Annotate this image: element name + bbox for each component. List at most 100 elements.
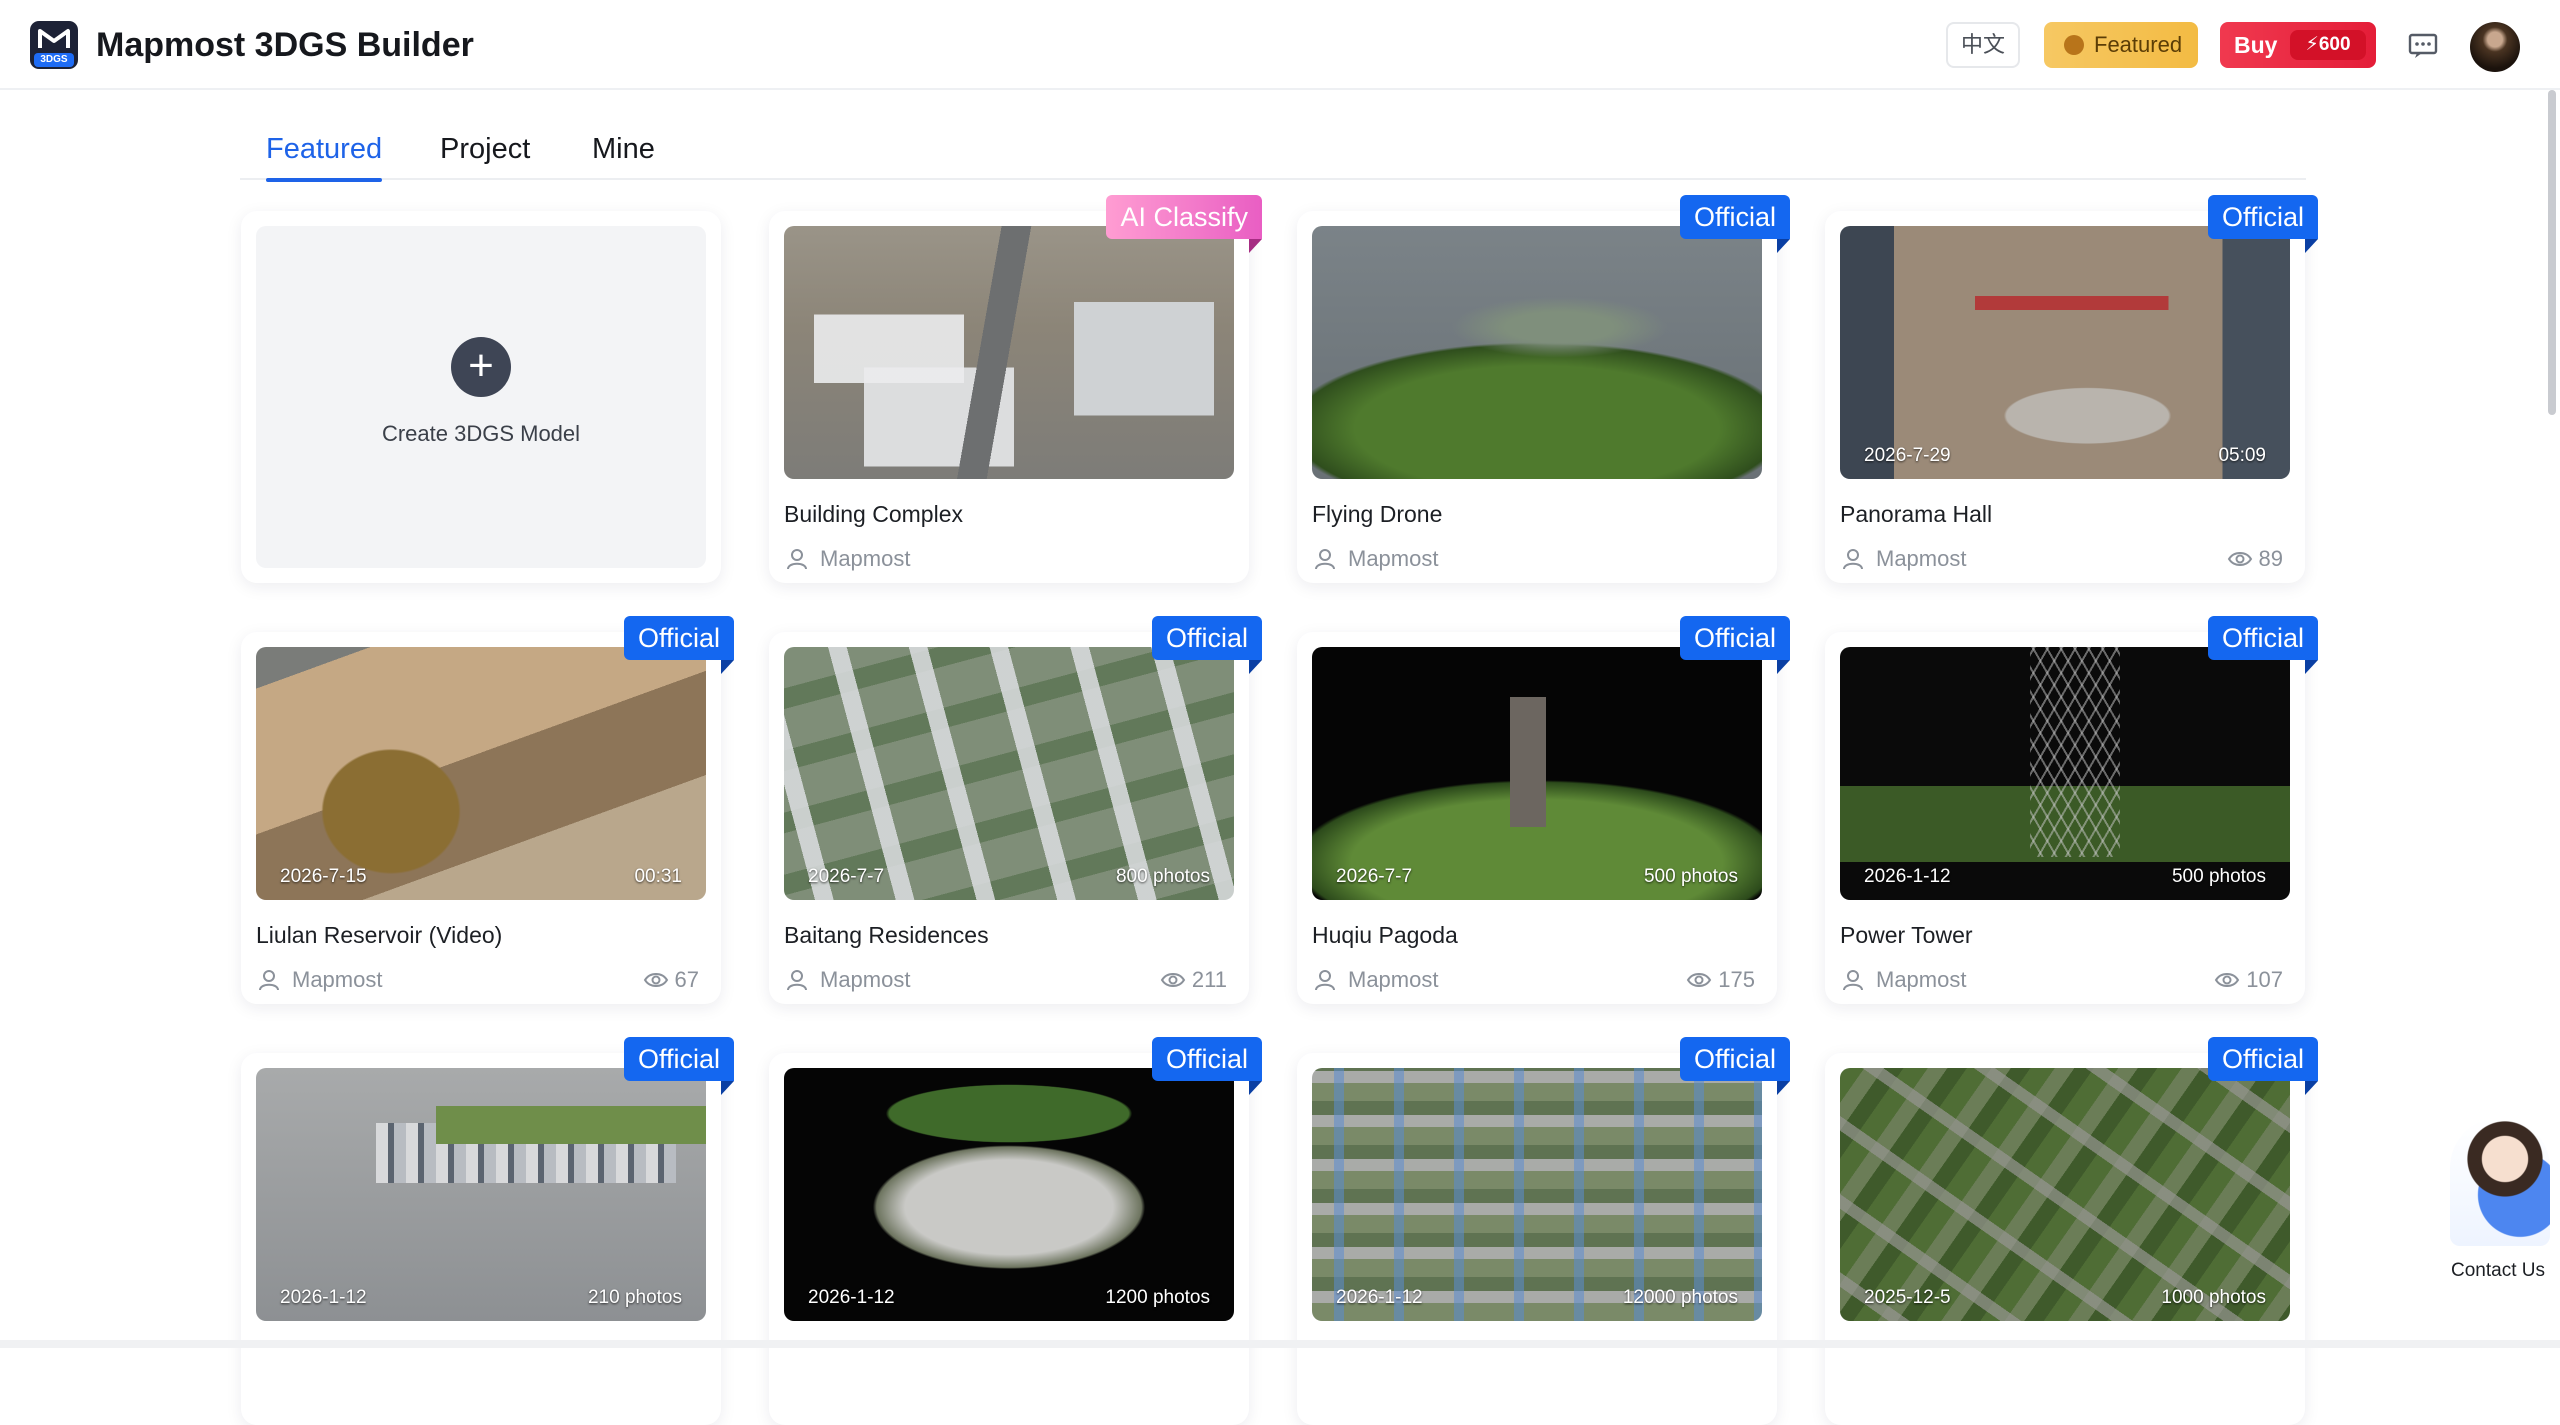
user-icon: [259, 970, 279, 991]
model-thumbnail[interactable]: 2026-1-12 210 photos: [256, 1068, 706, 1321]
model-thumbnail[interactable]: [784, 226, 1234, 479]
model-author: Mapmost: [1312, 545, 1438, 573]
eye-icon: [2215, 973, 2240, 987]
app-logo[interactable]: 3DGS: [30, 21, 78, 69]
create-model-card[interactable]: + Create 3DGS Model: [241, 211, 721, 583]
model-card[interactable]: 2026-1-12 210 photos Official: [241, 1037, 735, 1425]
model-thumbnail[interactable]: 2026-7-7 800 photos: [784, 647, 1234, 900]
user-avatar[interactable]: [2470, 22, 2520, 72]
model-thumbnail[interactable]: 2025-12-5 1000 photos: [1840, 1068, 2290, 1321]
official-badge: Official: [1151, 616, 1263, 674]
model-date: 2026-1-12: [280, 1287, 367, 1308]
model-photo-count: 500 photos: [2171, 866, 2266, 887]
model-card[interactable]: 2026-1-12 1200 photos Official: [769, 1037, 1263, 1425]
user-icon: [1315, 549, 1335, 570]
model-card[interactable]: 2026-1-12 500 photos Official Power Towe…: [1825, 616, 2319, 1004]
featured-button[interactable]: Featured: [2044, 22, 2198, 68]
model-views: 89: [2227, 545, 2283, 573]
model-card[interactable]: 2025-12-5 1000 photos Official: [1825, 1037, 2319, 1425]
official-badge: Official: [2207, 195, 2319, 253]
model-thumbnail[interactable]: 2026-1-12 12000 photos: [1312, 1068, 1762, 1321]
contact-us-widget[interactable]: Contact Us: [2440, 1118, 2556, 1290]
bottom-edge: [0, 1340, 2560, 1348]
official-badge: Official: [1679, 616, 1791, 674]
official-badge: Official: [623, 1037, 735, 1095]
model-author: Mapmost: [256, 966, 382, 994]
model-card[interactable]: 2026-7-7 800 photos Official Baitang Res…: [769, 616, 1263, 1004]
create-model-area[interactable]: + Create 3DGS Model: [256, 226, 706, 568]
buy-button[interactable]: Buy ⚡600: [2220, 22, 2376, 68]
model-photo-count: 500 photos: [1643, 866, 1738, 887]
model-photo-count: 12000 photos: [1622, 1287, 1738, 1308]
model-author: Mapmost: [784, 545, 910, 573]
featured-badge-icon: [2064, 35, 2084, 55]
model-views: 107: [2214, 966, 2283, 994]
top-bar: 3DGS Mapmost 3DGS Builder 中文 Featured Bu…: [0, 0, 2560, 90]
official-badge: Official: [1151, 1037, 1263, 1095]
eye-icon: [1160, 973, 1186, 987]
points-badge: ⚡600: [2290, 30, 2366, 60]
user-icon: [787, 549, 807, 570]
author-name: Mapmost: [1348, 546, 1439, 571]
model-photo-count: 800 photos: [1115, 866, 1210, 887]
model-title: Huqiu Pagoda: [1312, 922, 1458, 948]
official-badge: Official: [623, 616, 735, 674]
model-card[interactable]: 2026-7-7 500 photos Official Huqiu Pagod…: [1297, 616, 1791, 1004]
page-scrollbar[interactable]: [2548, 90, 2556, 415]
author-name: Mapmost: [820, 546, 911, 571]
model-card[interactable]: AI Classify Building Complex Mapmost: [769, 195, 1262, 583]
author-name: Mapmost: [820, 967, 911, 992]
model-thumbnail[interactable]: 2026-1-12 1200 photos: [784, 1068, 1234, 1321]
model-thumbnail[interactable]: 2026-7-15 00:31: [256, 647, 706, 900]
official-badge: Official: [2207, 616, 2319, 674]
model-duration: 05:09: [2218, 445, 2266, 466]
create-model-label: Create 3DGS Model: [381, 421, 581, 446]
model-thumbnail[interactable]: 2026-7-7 500 photos: [1312, 647, 1762, 900]
model-card[interactable]: 2026-7-15 00:31 Official Liulan Reservoi…: [241, 616, 735, 1004]
eye-icon: [1687, 973, 1712, 987]
buy-button-label: Buy: [2234, 32, 2278, 58]
model-thumbnail[interactable]: 2026-1-12 500 photos: [1840, 647, 2290, 900]
model-date: 2026-1-12: [1336, 1287, 1423, 1308]
model-author: Mapmost: [1840, 966, 1966, 994]
model-date: 2026-1-12: [808, 1287, 895, 1308]
eye-icon: [643, 973, 668, 987]
model-author: Mapmost: [1840, 545, 1966, 573]
author-name: Mapmost: [292, 967, 383, 992]
model-views: 67: [643, 966, 699, 994]
model-photo-count: 210 photos: [587, 1287, 682, 1308]
model-card[interactable]: 2026-1-12 12000 photos Official: [1297, 1037, 1791, 1425]
points-count: 600: [2318, 34, 2351, 55]
model-card[interactable]: Official Flying Drone Mapmost: [1297, 195, 1791, 583]
tab-project[interactable]: Project: [440, 130, 530, 168]
author-name: Mapmost: [1876, 967, 1967, 992]
assistant-avatar[interactable]: [2450, 1118, 2550, 1246]
model-card[interactable]: 2026-7-29 05:09 Official Panorama Hall M…: [1825, 195, 2319, 583]
author-name: Mapmost: [1348, 967, 1439, 992]
user-icon: [787, 970, 807, 991]
message-icon[interactable]: [2408, 33, 2438, 59]
model-title: Flying Drone: [1312, 501, 1443, 527]
model-author: Mapmost: [784, 966, 910, 994]
language-button[interactable]: 中文: [1946, 22, 2020, 68]
model-views: 175: [1686, 966, 1755, 994]
model-title: Liulan Reservoir (Video): [256, 922, 503, 948]
featured-button-label: Featured: [2094, 32, 2183, 57]
logo-tag: 3DGS: [34, 53, 74, 67]
model-thumbnail[interactable]: 2026-7-29 05:09: [1840, 226, 2290, 479]
official-badge: Official: [2207, 1037, 2319, 1095]
plus-icon[interactable]: +: [451, 337, 511, 397]
tab-featured[interactable]: Featured: [266, 130, 383, 182]
model-photo-count: 1200 photos: [1105, 1287, 1210, 1308]
ai-classify-badge: AI Classify: [1106, 195, 1262, 253]
view-count: 175: [1718, 967, 1755, 992]
contact-us-label[interactable]: Contact Us: [2440, 1256, 2556, 1286]
model-thumbnail[interactable]: [1312, 226, 1762, 479]
user-icon: [1315, 970, 1335, 991]
view-count: 107: [2246, 967, 2283, 992]
user-icon: [1843, 549, 1863, 570]
model-author: Mapmost: [1312, 966, 1438, 994]
tab-mine[interactable]: Mine: [592, 130, 655, 168]
view-count: 67: [674, 967, 699, 992]
model-duration: 00:31: [634, 866, 682, 887]
